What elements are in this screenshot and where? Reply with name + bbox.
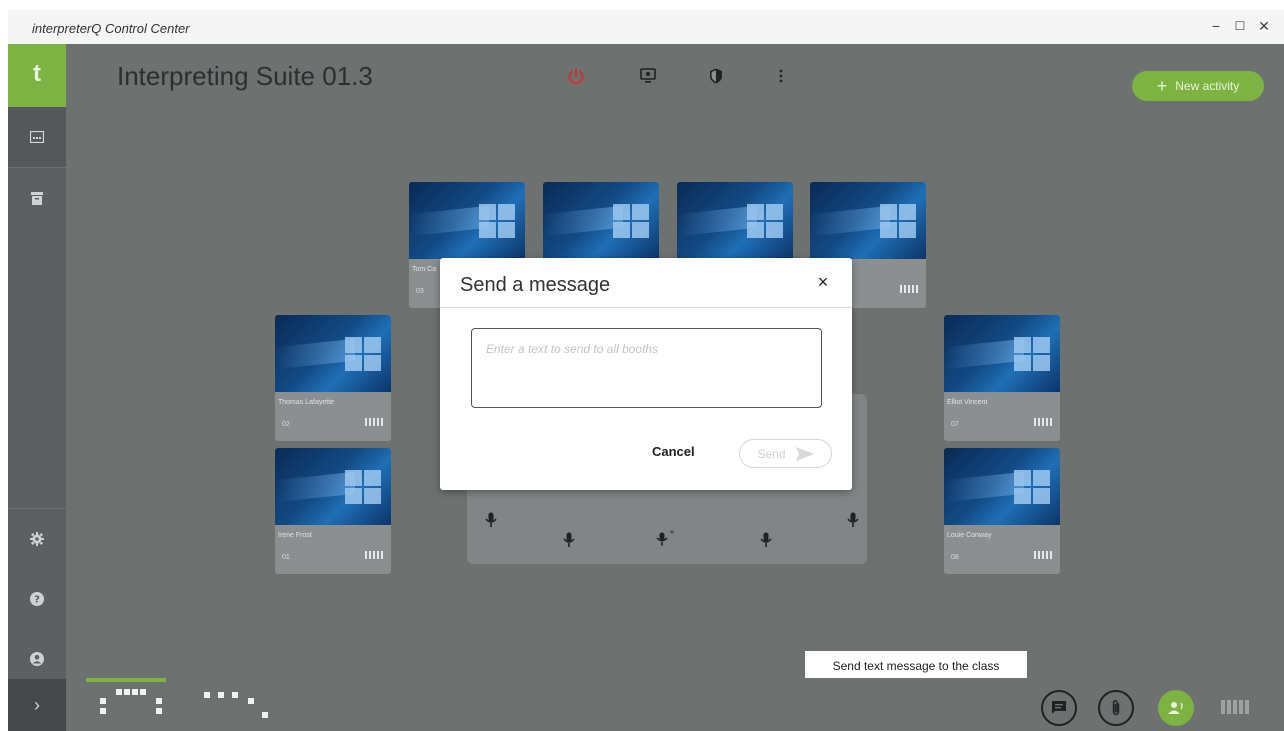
- settings-icon: [30, 532, 44, 546]
- svg-text:*: *: [670, 530, 674, 538]
- cancel-button[interactable]: Cancel: [652, 444, 695, 459]
- header: Interpreting Suite 01.3 + New activity: [66, 44, 1284, 107]
- more-vertical-icon: [779, 69, 783, 83]
- chat-icon: [1052, 701, 1066, 714]
- title-bar: interpreterQ Control Center − ☐ ✕: [8, 10, 1284, 44]
- participants-icon: [1168, 702, 1183, 714]
- booth-card[interactable]: Elliot Vincent 07: [944, 315, 1060, 441]
- send-arrow-icon: [795, 446, 814, 461]
- microphone-active-icon[interactable]: *: [655, 530, 675, 546]
- dialog-title: Send a message: [460, 274, 611, 296]
- attachment-icon: [1112, 700, 1120, 716]
- sidebar-item-archive[interactable]: [8, 168, 66, 228]
- attachment-button[interactable]: [1098, 690, 1134, 726]
- layout-option-horseshoe[interactable]: [90, 686, 170, 726]
- send-message-dialog: Send a message × Cancel Send: [440, 258, 852, 490]
- booth-number: 03: [416, 288, 424, 295]
- audio-level-meter: [1221, 700, 1249, 714]
- booth-screen: [810, 182, 926, 259]
- booth-screen: [677, 182, 793, 259]
- sidebar-item-help[interactable]: ?: [8, 569, 66, 629]
- microphone-icon[interactable]: [759, 532, 773, 548]
- send-label: Send: [757, 446, 786, 461]
- booth-number: 08: [951, 554, 959, 561]
- expand-sidebar-button[interactable]: ›: [8, 679, 66, 731]
- booths-view-icon: [30, 131, 44, 143]
- microphone-icon[interactable]: [846, 512, 860, 528]
- windows-logo-icon: [747, 204, 783, 238]
- new-activity-label: New activity: [1175, 79, 1240, 93]
- power-icon: [568, 68, 584, 85]
- participants-button[interactable]: [1158, 690, 1194, 726]
- layout-option-rows[interactable]: [196, 686, 276, 726]
- dialog-divider: [440, 307, 852, 308]
- window-title: interpreterQ Control Center: [32, 21, 190, 36]
- booth-screen: [944, 448, 1060, 525]
- maximize-button[interactable]: ☐: [1230, 16, 1250, 36]
- audio-level-meter: [1034, 551, 1052, 559]
- booth-name: Tom Ca: [412, 266, 437, 273]
- shield-icon: [710, 68, 722, 84]
- audio-level-meter: [900, 285, 918, 293]
- microphone-icon[interactable]: [484, 512, 498, 528]
- close-window-button[interactable]: ✕: [1254, 16, 1274, 36]
- send-button[interactable]: Send: [739, 439, 832, 468]
- booth-card[interactable]: Thomas Lafayette 02: [275, 315, 391, 441]
- power-button[interactable]: [564, 64, 588, 88]
- booth-card[interactable]: Louie Conway 08: [944, 448, 1060, 574]
- sidebar-item-settings[interactable]: [8, 509, 66, 569]
- logo: t: [8, 44, 66, 107]
- new-activity-button[interactable]: + New activity: [1132, 71, 1264, 101]
- booth-screen: [543, 182, 659, 259]
- user-icon: [30, 652, 44, 666]
- chat-button[interactable]: [1041, 690, 1077, 726]
- windows-logo-icon: [345, 337, 381, 371]
- booth-number: 02: [282, 421, 290, 428]
- plus-icon: +: [1156, 76, 1168, 96]
- booth-name: Thomas Lafayette: [278, 399, 335, 406]
- booth-name: Irene Frost: [278, 532, 312, 539]
- windows-logo-icon: [613, 204, 649, 238]
- minimize-button[interactable]: −: [1206, 16, 1226, 36]
- sidebar-item-booths[interactable]: [8, 107, 66, 167]
- page-title: Interpreting Suite 01.3: [117, 61, 373, 91]
- booth-screen: [944, 315, 1060, 392]
- booth-screen: [409, 182, 525, 259]
- help-icon: ?: [30, 592, 44, 606]
- booth-card[interactable]: Irene Frost 01: [275, 448, 391, 574]
- windows-logo-icon: [880, 204, 916, 238]
- windows-logo-icon: [1014, 470, 1050, 504]
- booth-name: Louie Conway: [947, 532, 992, 539]
- audio-level-meter: [1034, 418, 1052, 426]
- windows-logo-icon: [479, 204, 515, 238]
- app-window: interpreterQ Control Center − ☐ ✕ t ? › …: [8, 10, 1284, 731]
- microphone-icon[interactable]: [562, 532, 576, 548]
- close-icon[interactable]: ×: [814, 272, 832, 294]
- svg-text:?: ?: [34, 595, 40, 606]
- more-options-button[interactable]: [769, 64, 793, 88]
- active-layout-indicator: [86, 678, 166, 682]
- security-button[interactable]: [704, 64, 728, 88]
- monitor-icon: [640, 68, 656, 83]
- audio-level-meter: [365, 418, 383, 426]
- booth-number: 01: [282, 554, 290, 561]
- archive-icon: [31, 191, 43, 205]
- tooltip: Send text message to the class: [805, 651, 1027, 680]
- booth-name: Elliot Vincent: [947, 399, 988, 406]
- booth-number: 07: [951, 421, 959, 428]
- screen-share-button[interactable]: [636, 64, 660, 88]
- bottom-bar: [66, 678, 1284, 731]
- windows-logo-icon: [345, 470, 381, 504]
- message-input[interactable]: [471, 328, 822, 408]
- windows-logo-icon: [1014, 337, 1050, 371]
- booth-screen: [275, 448, 391, 525]
- sidebar: t ? ›: [8, 44, 66, 731]
- booth-screen: [275, 315, 391, 392]
- audio-level-meter: [365, 551, 383, 559]
